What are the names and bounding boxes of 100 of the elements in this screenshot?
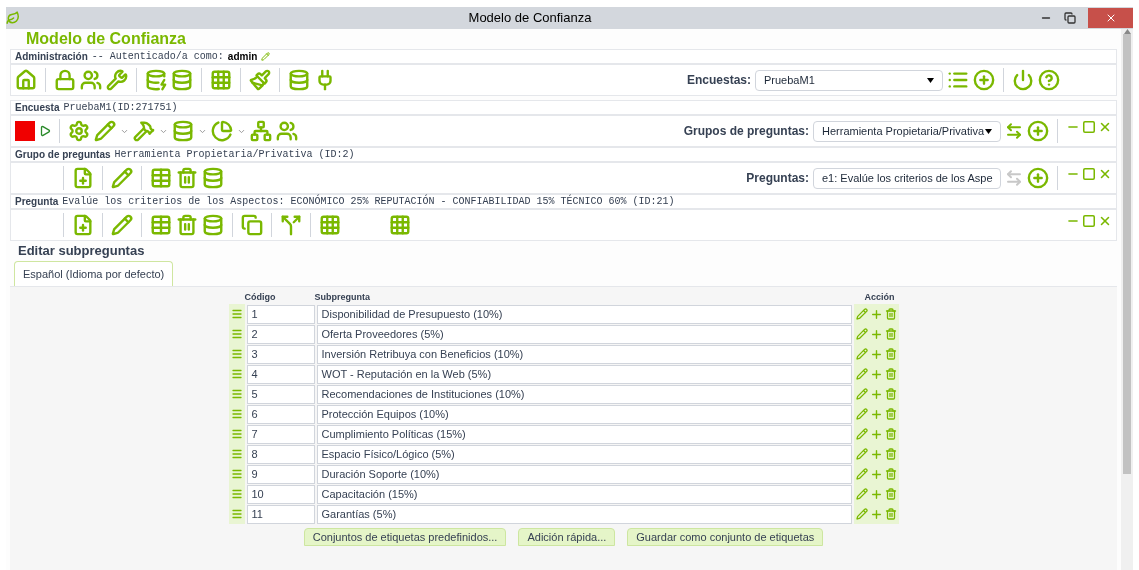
list-icon[interactable] [947,69,969,91]
add-icon[interactable] [869,507,883,521]
tree-icon[interactable] [250,120,272,142]
add-icon[interactable] [869,327,883,341]
drag-handle-icon[interactable] [230,368,243,380]
help-icon[interactable] [1038,69,1060,91]
pencil-icon[interactable] [855,388,868,400]
code-field[interactable]: 2 [246,324,315,344]
group-select[interactable]: Herramienta Propietaria/Privativa [813,120,1001,142]
grid-icon[interactable] [210,69,232,91]
trash-icon[interactable] [176,167,198,189]
pencil-icon[interactable] [855,368,868,380]
drag-handle-icon[interactable] [230,428,243,440]
dropdown-arrow-icon[interactable] [985,128,992,134]
trash-icon[interactable] [884,388,897,400]
close-icon[interactable] [1098,120,1112,134]
survey-select[interactable]: PruebaM1 [755,69,943,91]
settings-icon[interactable] [68,120,90,142]
trash-icon[interactable] [176,214,198,236]
drag-handle-icon[interactable] [230,468,243,480]
trash-icon[interactable] [884,408,897,420]
add-icon[interactable] [869,367,883,381]
pencil-icon[interactable] [855,468,868,480]
subquestion-field[interactable]: Capacitación (15%) [316,484,852,504]
dropdown-arrow-icon[interactable] [927,77,934,83]
close-icon[interactable] [1098,214,1112,228]
action-button[interactable]: Guardar como conjunto de etiquetas [627,528,824,546]
drag-handle-icon[interactable] [230,348,243,360]
add-icon[interactable] [869,347,883,361]
users-icon[interactable] [80,69,102,91]
drag-handle-icon[interactable] [230,488,243,500]
add-icon[interactable] [869,467,883,481]
pencil-icon[interactable] [855,408,868,420]
pencil-icon[interactable] [855,328,868,340]
pencil-icon[interactable] [94,120,116,142]
subquestion-field[interactable]: WOT - Reputación en la Web (5%) [316,364,852,384]
wrench-icon[interactable] [106,69,128,91]
power-icon[interactable] [1012,69,1034,91]
add-icon[interactable] [869,407,883,421]
subquestion-field[interactable]: Disponibilidad de Presupuesto (10%) [316,304,852,324]
file-add-icon[interactable] [72,214,94,236]
pencil-icon[interactable] [855,308,868,320]
subquestion-field[interactable]: Espacio Físico/Lógico (5%) [316,444,852,464]
database-icon[interactable] [202,167,224,189]
add-icon[interactable] [1027,167,1049,189]
trash-icon[interactable] [884,328,897,340]
add-icon[interactable] [869,427,883,441]
swap-arrows-icon[interactable] [1005,122,1023,140]
drag-handle-icon[interactable] [230,388,243,400]
trash-icon[interactable] [884,508,897,520]
language-tab[interactable]: Español (Idioma por defecto) [14,261,174,286]
action-button[interactable]: Conjuntos de etiquetas predefinidos... [303,528,507,546]
drag-handle-icon[interactable] [230,448,243,460]
code-field[interactable]: 7 [246,424,315,444]
trash-icon[interactable] [884,308,897,320]
code-field[interactable]: 3 [246,344,315,364]
trash-icon[interactable] [884,348,897,360]
code-field[interactable]: 4 [246,364,315,384]
trash-icon[interactable] [884,468,897,480]
drag-handle-icon[interactable] [230,508,243,520]
code-field[interactable]: 11 [246,504,315,524]
users-icon[interactable] [276,120,298,142]
database-icon[interactable] [202,214,224,236]
trash-icon[interactable] [884,488,897,500]
database-icon[interactable] [288,69,310,91]
pencil-icon[interactable] [111,214,133,236]
action-button[interactable]: Adición rápida... [518,528,616,546]
subquestion-field[interactable]: Garantías (5%) [316,504,852,524]
subquestion-field[interactable]: Cumplimiento Políticas (15%) [316,424,852,444]
drag-handle-icon[interactable] [230,408,243,420]
trash-icon[interactable] [884,448,897,460]
maximize-icon[interactable] [1082,120,1096,134]
pencil-icon[interactable] [261,52,271,61]
add-icon[interactable] [973,69,995,91]
subquestion-field[interactable]: Inversión Retribuya con Beneficios (10%) [316,344,852,364]
pencil-icon[interactable] [855,348,868,360]
lock-icon[interactable] [54,69,76,91]
tools-icon[interactable] [133,120,155,142]
trash-icon[interactable] [884,368,897,380]
split-icon[interactable] [280,214,302,236]
database-icon[interactable] [171,69,193,91]
maximize-icon[interactable] [1082,167,1096,181]
pencil-icon[interactable] [855,428,868,440]
code-field[interactable]: 5 [246,384,315,404]
play-icon[interactable] [39,125,51,137]
subquestion-field[interactable]: Duración Soporte (10%) [316,464,852,484]
subquestion-field[interactable]: Oferta Proveedores (5%) [316,324,852,344]
add-icon[interactable] [869,387,883,401]
close-icon[interactable] [1098,167,1112,181]
code-field[interactable]: 8 [246,444,315,464]
pencil-icon[interactable] [111,167,133,189]
pencil-icon[interactable] [855,488,868,500]
brush-icon[interactable] [249,69,271,91]
drag-handle-icon[interactable] [230,308,243,320]
pie-chart-icon[interactable] [211,120,233,142]
copy-icon[interactable] [241,214,263,236]
subquestion-field[interactable]: Protección Equipos (10%) [316,404,852,424]
pencil-icon[interactable] [855,448,868,460]
maximize-icon[interactable] [1082,214,1096,228]
restore-icon[interactable] [1064,12,1076,24]
